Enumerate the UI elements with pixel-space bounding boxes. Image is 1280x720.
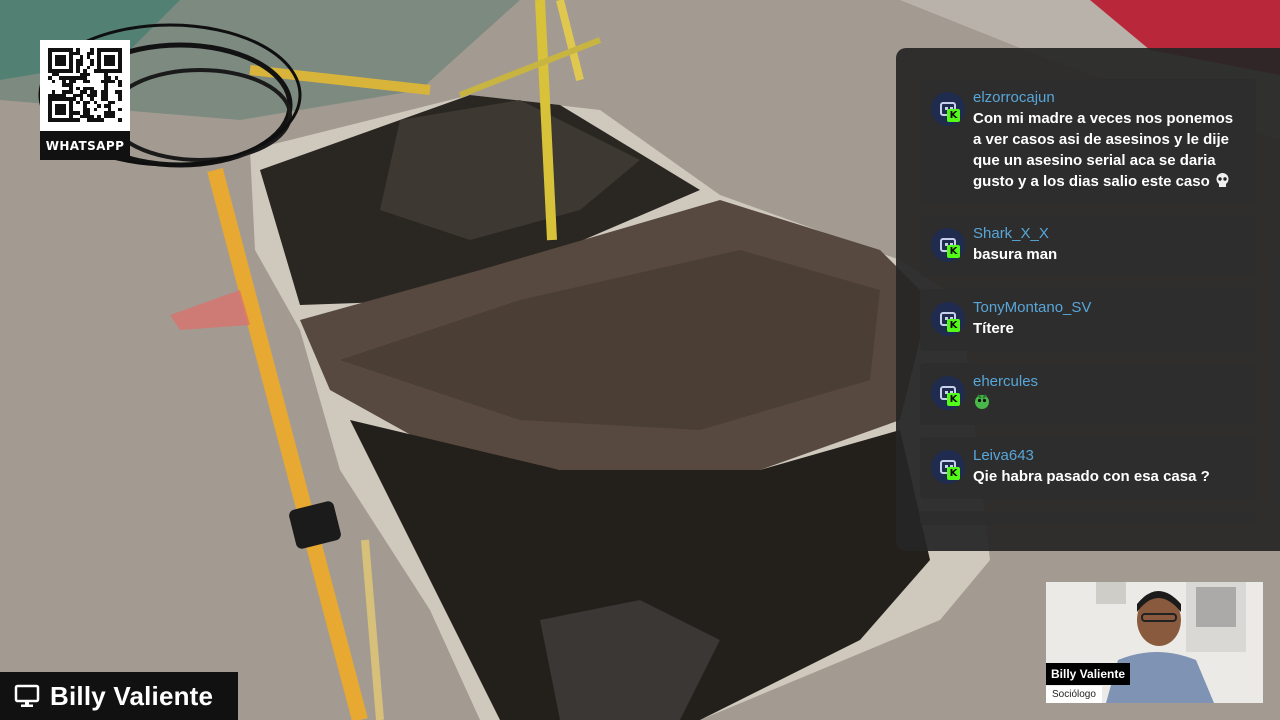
camera-role-label: Sociólogo [1046,686,1102,703]
chat-username[interactable]: TonyMontano_SV [973,298,1244,318]
kick-badge-icon: K [947,319,960,332]
chat-message: K Shark_X_X basura man [920,215,1256,277]
chat-text: basura man [973,246,1058,263]
chat-message: K elzorrocajun Con mi madre a veces nos … [920,79,1256,203]
chat-message: K ehercules [920,363,1256,425]
kick-badge-icon: K [947,245,960,258]
chat-text: Qie habra pasado con esa casa ? [973,468,1210,485]
chat-text: Títere [973,320,1014,337]
streamer-name: Billy Valiente [50,680,214,711]
green-emote-icon [975,394,989,409]
skull-emote-icon [1216,173,1229,187]
chat-username[interactable]: elzorrocajun [973,88,1244,108]
streamer-name-tag: Billy Valiente [0,672,238,720]
kick-badge-icon: K [947,393,960,406]
qr-code-image [48,48,122,122]
monitor-icon [14,684,40,707]
kick-badge-icon: K [947,467,960,480]
chat-overlay: K elzorrocajun Con mi madre a veces nos … [896,48,1280,551]
chat-message: K Leiva643 Qie habra pasado con esa casa… [920,437,1256,499]
qr-label: WHATSAPP [40,131,130,160]
chat-username[interactable]: Shark_X_X [973,224,1244,244]
kick-badge-icon: K [947,109,960,122]
chat-message: K TonyMontano_SV Títere [920,289,1256,351]
camera-name-label: Billy Valiente [1046,663,1131,685]
chat-text: Con mi madre a veces nos ponemos a ver c… [973,110,1234,190]
whatsapp-qr-code[interactable] [40,40,130,131]
chat-message-list[interactable]: K elzorrocajun Con mi madre a veces nos … [920,79,1256,551]
chat-message-partial [920,511,1256,525]
chat-username[interactable]: ehercules [973,372,1244,392]
chat-username[interactable]: Leiva643 [973,446,1244,466]
chat-text [973,392,1244,413]
